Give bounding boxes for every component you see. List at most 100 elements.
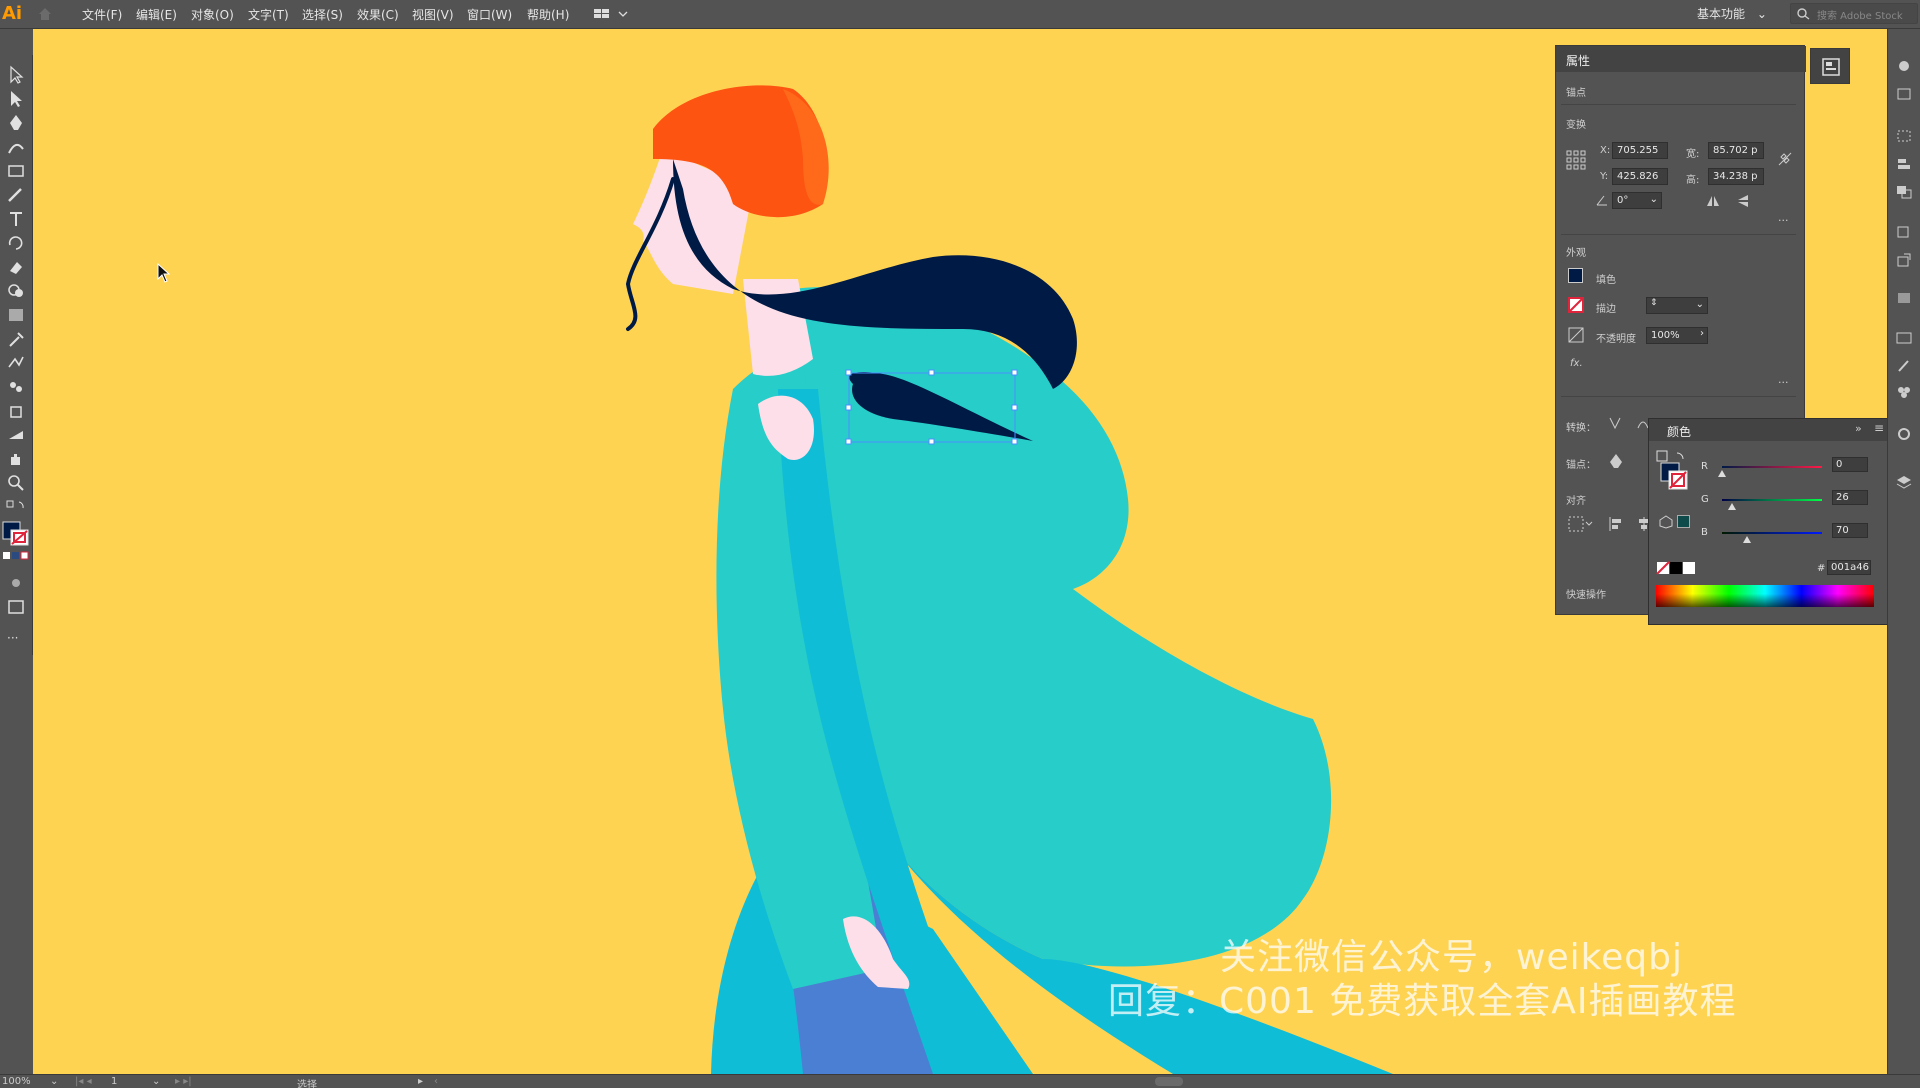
- y-field[interactable]: 425.826: [1612, 168, 1668, 185]
- rotate-angle-field[interactable]: 0° ⌄: [1612, 192, 1662, 209]
- shape-builder-tool-icon[interactable]: [5, 281, 27, 301]
- panel-menu-icon[interactable]: ≡: [1874, 421, 1884, 435]
- pen-tool-icon[interactable]: [5, 113, 27, 133]
- menu-effect[interactable]: 效果(C): [357, 6, 399, 23]
- collapse-panel-icon[interactable]: »: [1855, 422, 1862, 435]
- blue-slider-thumb[interactable]: [1743, 536, 1751, 543]
- properties-tab[interactable]: 属性 »: [1556, 46, 1806, 72]
- x-field[interactable]: 705.255: [1612, 142, 1668, 159]
- brushes-icon[interactable]: [1896, 359, 1912, 373]
- symbol-sprayer-tool-icon[interactable]: [5, 377, 27, 397]
- reference-point-icon[interactable]: [1566, 150, 1586, 170]
- anchor-pen-icon[interactable]: [1608, 453, 1624, 469]
- menu-file[interactable]: 文件(F): [82, 6, 122, 23]
- red-slider-thumb[interactable]: [1718, 470, 1726, 477]
- artboard-nav-next-icon[interactable]: ▸ ▸|: [175, 1076, 192, 1087]
- more-options-icon[interactable]: ···: [1778, 214, 1789, 227]
- selection-tool-icon[interactable]: [5, 65, 27, 85]
- horizontal-scrollbar-thumb[interactable]: [1155, 1077, 1183, 1086]
- constrain-proportions-icon[interactable]: [1778, 152, 1792, 166]
- properties-panel-icon[interactable]: [1821, 57, 1841, 77]
- search-input[interactable]: 搜索 Adobe Stock: [1790, 3, 1918, 24]
- align-panel-icon[interactable]: [1896, 157, 1912, 171]
- menu-help[interactable]: 帮助(H): [527, 6, 569, 23]
- arrange-documents-icon[interactable]: [594, 8, 630, 20]
- green-value-field[interactable]: 26: [1832, 490, 1868, 505]
- menu-type[interactable]: 文字(T): [248, 6, 289, 23]
- export-icon[interactable]: [1896, 253, 1912, 267]
- fill-stroke-indicator-icon[interactable]: [1655, 449, 1689, 493]
- chevron-down-icon[interactable]: ⌄: [152, 1076, 160, 1087]
- chevron-down-icon[interactable]: ⌄: [50, 1076, 58, 1087]
- gradient-tool-icon[interactable]: [5, 305, 27, 325]
- eyedropper-tool-icon[interactable]: [5, 329, 27, 349]
- green-slider[interactable]: [1722, 499, 1822, 501]
- more-options-icon[interactable]: ···: [1778, 376, 1789, 389]
- collapse-panel-icon[interactable]: »: [1566, 51, 1798, 64]
- color-tab[interactable]: 颜色 » ≡: [1649, 419, 1890, 441]
- align-to-selection-icon[interactable]: [1568, 516, 1594, 532]
- menu-select[interactable]: 选择(S): [302, 6, 343, 23]
- appearance-icon[interactable]: [1896, 427, 1912, 441]
- rectangle-tool-icon[interactable]: [5, 161, 27, 181]
- opacity-field[interactable]: 100% ›: [1646, 327, 1708, 344]
- symbols-icon[interactable]: [1896, 385, 1912, 399]
- blend-tool-icon[interactable]: [5, 353, 27, 373]
- gradient-panel-icon[interactable]: [1896, 291, 1912, 305]
- curvature-tool-icon[interactable]: [5, 137, 27, 157]
- type-tool-icon[interactable]: [5, 209, 27, 229]
- color-guide-icon[interactable]: [1896, 59, 1912, 73]
- swap-fill-stroke-icon[interactable]: [5, 499, 27, 513]
- flip-vertical-icon[interactable]: [1736, 194, 1750, 208]
- blue-slider[interactable]: [1722, 532, 1822, 534]
- none-black-white-swatches[interactable]: [1656, 561, 1696, 575]
- green-slider-thumb[interactable]: [1728, 503, 1736, 510]
- out-of-gamut-icon[interactable]: [1659, 515, 1673, 529]
- rotate-tool-icon[interactable]: [5, 233, 27, 253]
- menu-object[interactable]: 对象(O): [191, 6, 234, 23]
- zoom-tool-icon[interactable]: [5, 473, 27, 493]
- play-icon[interactable]: ▸: [418, 1076, 423, 1087]
- zoom-level[interactable]: 100%: [2, 1076, 31, 1087]
- scroll-left-icon[interactable]: ‹: [434, 1076, 438, 1087]
- web-safe-swatch[interactable]: [1677, 515, 1690, 528]
- eraser-tool-icon[interactable]: [5, 257, 27, 277]
- convert-corner-icon[interactable]: [1608, 416, 1622, 430]
- color-spectrum[interactable]: [1656, 585, 1874, 607]
- stroke-none-swatch-icon[interactable]: [1568, 297, 1584, 313]
- align-left-icon[interactable]: [1608, 516, 1624, 532]
- paintbrush-tool-icon[interactable]: [5, 185, 27, 205]
- fill-swatch[interactable]: [1568, 268, 1583, 283]
- image-trace-icon[interactable]: [1896, 331, 1912, 345]
- direct-selection-tool-icon[interactable]: [5, 89, 27, 109]
- slice-tool-icon[interactable]: [5, 425, 27, 445]
- height-field[interactable]: 34.238 p: [1708, 168, 1764, 185]
- hex-value-field[interactable]: 001a46: [1827, 560, 1871, 575]
- swatches-icon[interactable]: [1896, 87, 1912, 101]
- artboard-tool-icon[interactable]: [5, 401, 27, 421]
- pathfinder-icon[interactable]: [1896, 185, 1912, 199]
- fill-stroke-swatch-icon[interactable]: [2, 521, 30, 547]
- menu-edit[interactable]: 编辑(E): [136, 6, 177, 23]
- hand-tool-icon[interactable]: [5, 449, 27, 469]
- menu-view[interactable]: 视图(V): [412, 6, 454, 23]
- red-slider[interactable]: [1722, 466, 1822, 468]
- red-value-field[interactable]: 0: [1832, 457, 1868, 472]
- workspace-switcher[interactable]: 基本功能 ⌄: [1697, 5, 1767, 22]
- flip-horizontal-icon[interactable]: [1706, 194, 1720, 208]
- stepper-icon[interactable]: ⇕: [1650, 298, 1658, 308]
- artboard-nav-prev-icon[interactable]: |◂ ◂: [75, 1076, 92, 1087]
- more-tools-icon[interactable]: ···: [7, 631, 18, 645]
- artboard-number[interactable]: 1: [111, 1076, 117, 1087]
- stroke-panel-icon[interactable]: [1896, 225, 1912, 239]
- effects-label[interactable]: fx.: [1570, 358, 1583, 369]
- stroke-weight-field[interactable]: ⇕ ⌄: [1646, 297, 1708, 314]
- transform-panel-icon[interactable]: [1896, 129, 1912, 143]
- menu-window[interactable]: 窗口(W): [467, 6, 512, 23]
- screen-mode-icon[interactable]: [5, 597, 27, 617]
- drawing-mode-icon[interactable]: [5, 573, 27, 593]
- color-mode-icon[interactable]: [2, 551, 30, 561]
- width-field[interactable]: 85.702 p: [1708, 142, 1764, 159]
- layers-icon[interactable]: [1896, 475, 1912, 489]
- blue-value-field[interactable]: 70: [1832, 523, 1868, 538]
